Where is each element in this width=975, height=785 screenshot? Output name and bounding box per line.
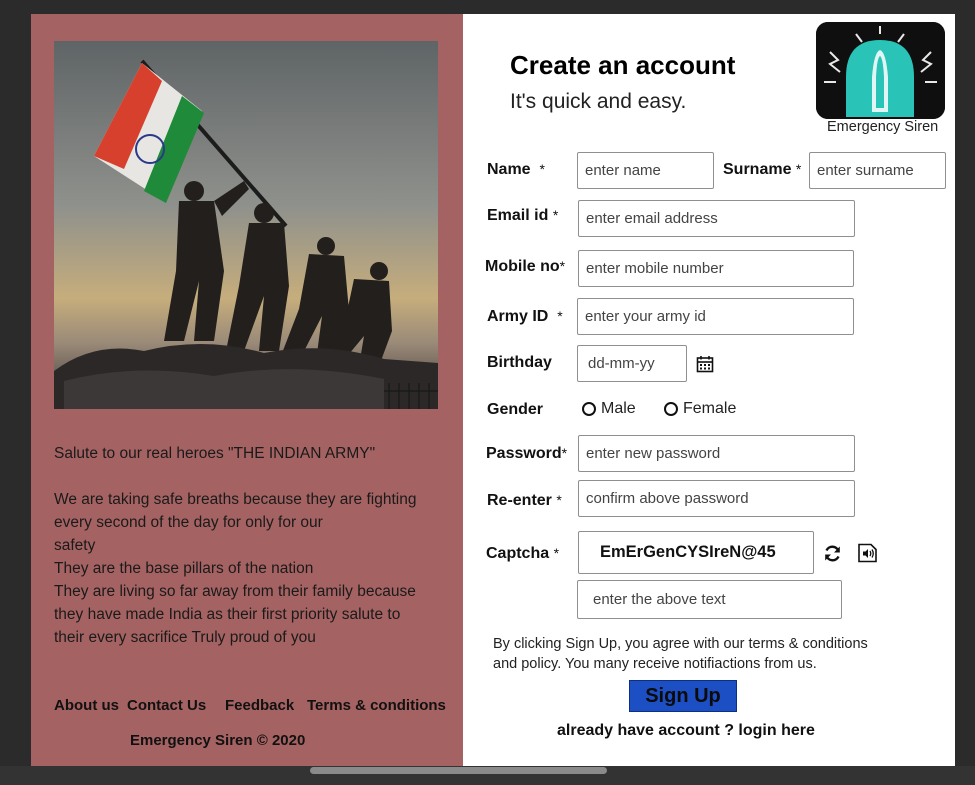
- army-id-input[interactable]: [577, 298, 854, 335]
- soldiers-flag-illustration: [54, 41, 438, 409]
- emergency-siren-logo: [816, 22, 945, 119]
- radio-circle-icon: [582, 402, 596, 416]
- signup-form-panel: Create an account It's quick and easy. E…: [463, 14, 955, 766]
- gender-male-radio[interactable]: Male: [582, 400, 636, 418]
- email-label: Email id *: [487, 207, 559, 224]
- email-input[interactable]: [578, 200, 855, 237]
- password-input[interactable]: [578, 435, 855, 472]
- captcha-label: Captcha *: [486, 545, 560, 562]
- footer-contact-link[interactable]: Contact Us: [127, 697, 206, 714]
- surname-input[interactable]: [809, 152, 946, 189]
- page-subtitle: It's quick and easy.: [510, 90, 687, 113]
- gender-label: Gender: [487, 401, 544, 418]
- mobile-label: Mobile no*: [485, 258, 566, 275]
- top-ruler: [0, 0, 975, 14]
- login-link[interactable]: already have account ? login here: [557, 722, 815, 740]
- tribute-paragraph: We are taking safe breaths because they …: [54, 491, 417, 646]
- sign-up-button[interactable]: Sign Up: [629, 680, 737, 712]
- footer-terms-link[interactable]: Terms & conditions: [307, 697, 446, 714]
- gender-female-radio[interactable]: Female: [664, 400, 736, 418]
- name-label: Name *: [487, 161, 545, 178]
- indian-army-memorial-image: [54, 41, 438, 409]
- birthday-label: Birthday: [487, 354, 552, 371]
- mobile-input[interactable]: [578, 250, 854, 287]
- refresh-captcha-icon[interactable]: [823, 544, 842, 568]
- calendar-icon[interactable]: [696, 355, 714, 378]
- captcha-text: EmErGenCYSIreN@45: [578, 531, 814, 574]
- page-title: Create an account: [510, 50, 736, 80]
- army-id-label: Army ID *: [487, 308, 563, 325]
- captcha-input[interactable]: [577, 580, 842, 619]
- footer-feedback-link[interactable]: Feedback: [225, 697, 294, 714]
- audio-captcha-icon[interactable]: [857, 543, 878, 568]
- siren-icon: [816, 22, 945, 119]
- surname-label: Surname *: [723, 161, 802, 178]
- salute-heading: Salute to our real heroes "THE INDIAN AR…: [54, 445, 376, 462]
- footer-about-link[interactable]: About us: [54, 697, 119, 714]
- reenter-password-input[interactable]: [578, 480, 855, 517]
- password-label: Password*: [486, 445, 568, 462]
- logo-caption: Emergency Siren: [827, 119, 939, 135]
- radio-circle-icon: [664, 402, 678, 416]
- birthday-input[interactable]: [577, 345, 687, 382]
- name-input[interactable]: [577, 152, 714, 189]
- left-panel: Salute to our real heroes "THE INDIAN AR…: [31, 14, 463, 769]
- reenter-password-label: Re-enter *: [487, 492, 562, 509]
- footer-copyright: Emergency Siren © 2020: [130, 732, 306, 749]
- horizontal-scrollbar[interactable]: [310, 767, 607, 774]
- terms-notice: By clicking Sign Up, you agree with our …: [493, 636, 868, 672]
